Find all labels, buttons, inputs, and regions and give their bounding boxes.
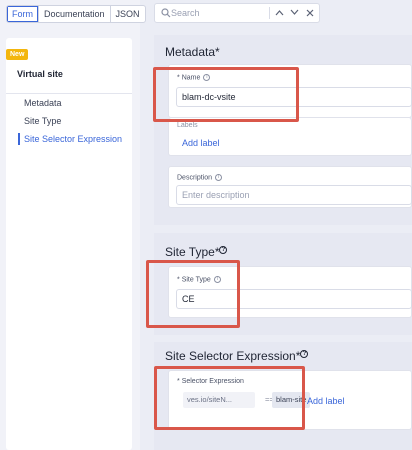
nav-item-site-type[interactable]: Site Type [24,116,61,126]
highlight-box-name [153,67,299,122]
info-icon: i [215,174,223,181]
new-badge: New [6,49,29,60]
tab-json[interactable]: JSON [111,6,145,22]
add-label-link[interactable]: Add label [182,138,220,148]
nav-item-metadata[interactable]: Metadata [24,98,62,108]
nav-divider [6,93,132,94]
info-icon: ? [300,350,309,358]
nav-title: Virtual site [17,69,63,79]
chevron-down-icon[interactable] [290,9,299,16]
view-tabs: Form Documentation JSON [6,5,146,23]
search-divider [269,7,270,19]
close-icon[interactable] [306,9,314,17]
search-input[interactable] [171,6,271,20]
nav-active-indicator [18,133,20,145]
labels-field-box: Labels Add label [168,118,412,156]
section-nav: New Virtual site Metadata Site Type Site… [6,38,132,450]
description-input[interactable]: Enter description [176,185,412,205]
nav-item-site-selector[interactable]: Site Selector Expression [24,134,122,144]
info-icon: ? [219,246,228,254]
search-icon [161,8,171,18]
description-field-box: Description i Enter description [168,166,412,208]
chevron-up-icon[interactable] [275,9,284,16]
description-label: Description i [177,174,223,181]
metadata-title: Metadata* [165,45,220,59]
left-panel: Form Documentation JSON New Virtual site… [0,0,146,450]
labels-label: Labels [177,122,198,129]
search-bar [154,3,320,23]
highlight-box-site-type [146,260,240,328]
site-selector-title: Site Selector Expression*? [165,349,309,363]
selector-add-label-link[interactable]: Add label [307,396,345,406]
tab-documentation[interactable]: Documentation [39,6,111,22]
tab-form[interactable]: Form [7,6,39,22]
site-type-title: Site Type*? [165,245,228,259]
highlight-box-selector [154,366,305,430]
